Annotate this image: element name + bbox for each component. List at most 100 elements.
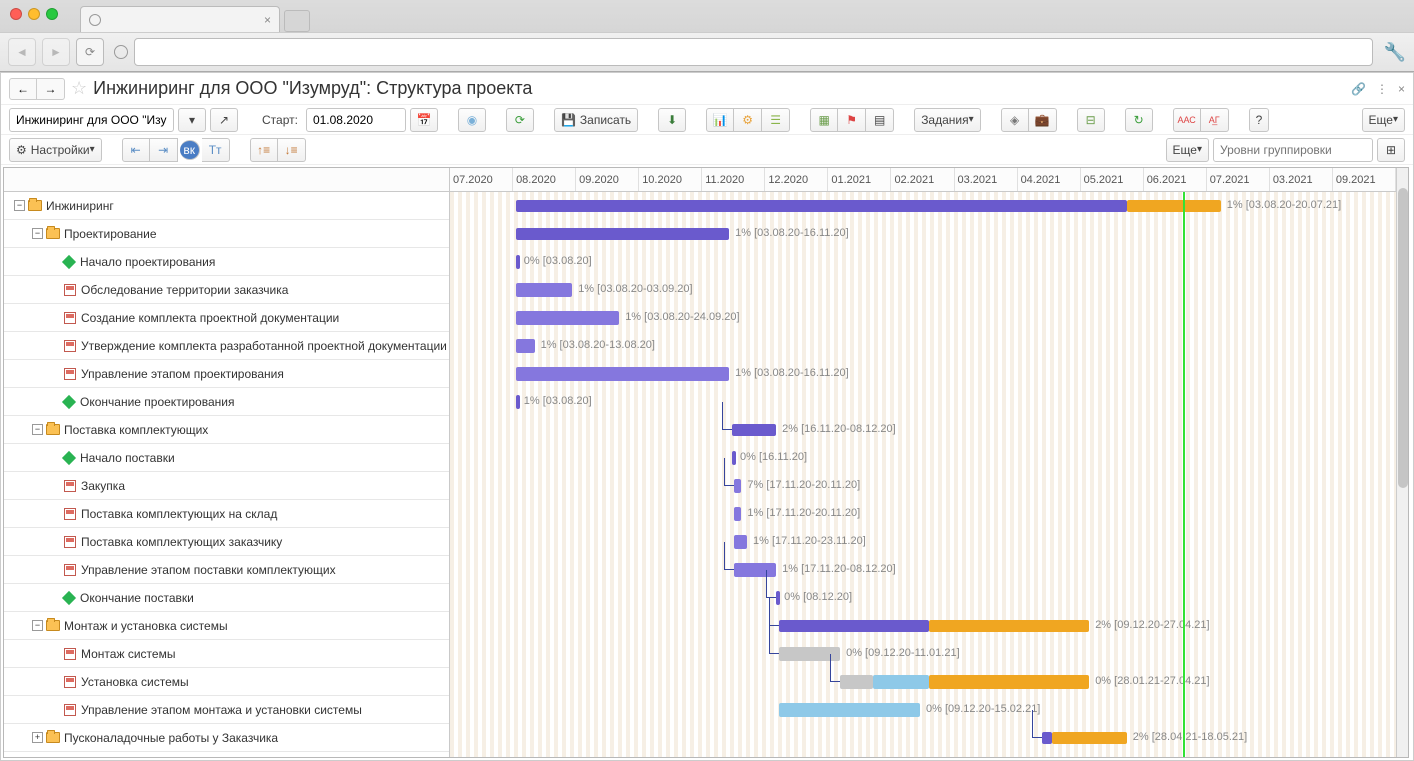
project-dropdown-button[interactable]: ▾ bbox=[178, 108, 206, 132]
task-bar[interactable] bbox=[516, 283, 572, 297]
expand-toggle[interactable]: + bbox=[32, 732, 43, 743]
vertical-scrollbar[interactable] bbox=[1396, 168, 1408, 757]
task-bar[interactable] bbox=[779, 703, 920, 717]
phase-bar[interactable] bbox=[516, 228, 729, 240]
browser-tab[interactable]: × bbox=[80, 6, 280, 32]
phase-progress-bar[interactable] bbox=[1127, 200, 1221, 212]
phase-bar[interactable] bbox=[779, 620, 929, 632]
task-row[interactable]: Обследование территории заказчика bbox=[4, 276, 449, 304]
phase-progress-bar[interactable] bbox=[1052, 732, 1127, 744]
briefcase-icon[interactable]: 💼 bbox=[1029, 108, 1057, 132]
sheet-icon[interactable]: ▦ bbox=[810, 108, 838, 132]
refresh-button[interactable]: ⟳ bbox=[506, 108, 534, 132]
chart-icon[interactable]: 📊 bbox=[706, 108, 734, 132]
expand-toggle[interactable]: − bbox=[32, 620, 43, 631]
hierarchy-icon[interactable]: ◉ bbox=[458, 108, 486, 132]
grid-icon[interactable]: ▤ bbox=[866, 108, 894, 132]
task-row[interactable]: Управление этапом проектирования bbox=[4, 360, 449, 388]
task-row[interactable]: Установка системы bbox=[4, 668, 449, 696]
task-row[interactable]: Поставка комплектующих заказчику bbox=[4, 528, 449, 556]
task-row[interactable]: Управление этапом поставки комплектующих bbox=[4, 556, 449, 584]
phase-progress-bar[interactable] bbox=[929, 620, 1089, 632]
task-row[interactable]: Утверждение комплекта разработанной прое… bbox=[4, 332, 449, 360]
sort-asc-icon[interactable]: ↑≡ bbox=[250, 138, 278, 162]
task-row[interactable]: −Поставка комплектующих bbox=[4, 416, 449, 444]
favorite-star-icon[interactable]: ☆ bbox=[71, 78, 87, 99]
task-bar[interactable] bbox=[840, 675, 873, 689]
close-icon[interactable]: × bbox=[1398, 82, 1405, 96]
kebab-icon[interactable]: ⋮ bbox=[1376, 82, 1388, 96]
task-row[interactable]: −Инжиниринг bbox=[4, 192, 449, 220]
task-row[interactable]: Создание комплекта проектной документаци… bbox=[4, 304, 449, 332]
help-button[interactable]: ? bbox=[1249, 108, 1270, 132]
write-button[interactable]: 💾Записать bbox=[554, 108, 638, 132]
project-selector[interactable] bbox=[9, 108, 174, 132]
abc-icon[interactable]: А̲Г bbox=[1201, 108, 1229, 132]
group-config-icon[interactable]: ⊞ bbox=[1377, 138, 1405, 162]
task-bar[interactable] bbox=[516, 339, 535, 353]
url-input[interactable] bbox=[134, 38, 1373, 66]
circle-icon[interactable]: вк bbox=[180, 140, 200, 160]
tree-icon[interactable]: ⊟ bbox=[1077, 108, 1105, 132]
reload-button[interactable]: ⟳ bbox=[76, 38, 104, 66]
start-date-input[interactable] bbox=[306, 108, 406, 132]
org-icon[interactable]: ⚙ bbox=[734, 108, 762, 132]
phase-bar[interactable] bbox=[1042, 732, 1051, 744]
window-close-icon[interactable] bbox=[10, 8, 22, 20]
wrench-icon[interactable]: 🔧 bbox=[1384, 42, 1406, 63]
nav-forward-button[interactable]: → bbox=[37, 78, 65, 100]
indent-right-icon[interactable]: ⇥ bbox=[150, 138, 178, 162]
phase-bar[interactable] bbox=[732, 424, 776, 436]
list-icon[interactable]: ☰ bbox=[762, 108, 790, 132]
expand-toggle[interactable]: − bbox=[32, 424, 43, 435]
task-row[interactable]: Управление этапом монтажа и установки си… bbox=[4, 696, 449, 724]
project-open-button[interactable]: ↗ bbox=[210, 108, 238, 132]
scrollbar-thumb[interactable] bbox=[1398, 188, 1408, 488]
group-levels-input[interactable] bbox=[1213, 138, 1373, 162]
task-bar[interactable] bbox=[734, 479, 742, 493]
phase-bar[interactable] bbox=[516, 200, 1127, 212]
settings-button[interactable]: ⚙Настройки bbox=[9, 138, 102, 162]
gantt-chart[interactable]: 1% [03.08.20-20.07.21]1% [03.08.20-16.11… bbox=[450, 192, 1396, 757]
more2-button[interactable]: Еще bbox=[1166, 138, 1209, 162]
tab-close-button[interactable]: × bbox=[264, 13, 271, 27]
text-icon[interactable]: Tт bbox=[202, 138, 230, 162]
task-bar[interactable] bbox=[734, 535, 747, 549]
task-row[interactable]: Начало проектирования bbox=[4, 248, 449, 276]
task-bar[interactable] bbox=[873, 675, 929, 689]
more-button[interactable]: Еще bbox=[1362, 108, 1405, 132]
expand-toggle[interactable]: − bbox=[32, 228, 43, 239]
task-row[interactable]: Начало поставки bbox=[4, 444, 449, 472]
forward-button[interactable]: ► bbox=[42, 38, 70, 66]
task-row[interactable]: Окончание проектирования bbox=[4, 388, 449, 416]
task-bar[interactable] bbox=[734, 507, 742, 521]
task-row[interactable]: −Монтаж и установка системы bbox=[4, 612, 449, 640]
task-bar[interactable] bbox=[516, 367, 729, 381]
sync-icon[interactable]: ↻ bbox=[1125, 108, 1153, 132]
tasks-button[interactable]: Задания bbox=[914, 108, 980, 132]
new-tab-button[interactable] bbox=[284, 10, 310, 32]
flag-icon[interactable]: ⚑ bbox=[838, 108, 866, 132]
import-icon[interactable]: ⬇ bbox=[658, 108, 686, 132]
task-bar[interactable] bbox=[516, 311, 619, 325]
abc-strike-icon[interactable]: ААС bbox=[1173, 108, 1201, 132]
window-max-icon[interactable] bbox=[46, 8, 58, 20]
task-row[interactable]: Поставка комплектующих на склад bbox=[4, 500, 449, 528]
task-row[interactable]: −Проектирование bbox=[4, 220, 449, 248]
expand-toggle[interactable]: − bbox=[14, 200, 25, 211]
sort-desc-icon[interactable]: ↓≡ bbox=[278, 138, 306, 162]
calendar-icon[interactable]: 📅 bbox=[410, 108, 438, 132]
task-row[interactable]: Окончание поставки bbox=[4, 584, 449, 612]
task-bar[interactable] bbox=[929, 675, 1089, 689]
cube-icon[interactable]: ◈ bbox=[1001, 108, 1029, 132]
milestone-bar[interactable] bbox=[516, 255, 520, 269]
task-row[interactable]: Закупка bbox=[4, 472, 449, 500]
task-row[interactable]: +Пусконаладочные работы у Заказчика bbox=[4, 724, 449, 752]
milestone-bar[interactable] bbox=[516, 395, 520, 409]
back-button[interactable]: ◄ bbox=[8, 38, 36, 66]
nav-back-button[interactable]: ← bbox=[9, 78, 37, 100]
indent-left-icon[interactable]: ⇤ bbox=[122, 138, 150, 162]
task-row[interactable]: Монтаж системы bbox=[4, 640, 449, 668]
window-min-icon[interactable] bbox=[28, 8, 40, 20]
link-icon[interactable]: 🔗 bbox=[1351, 82, 1366, 96]
